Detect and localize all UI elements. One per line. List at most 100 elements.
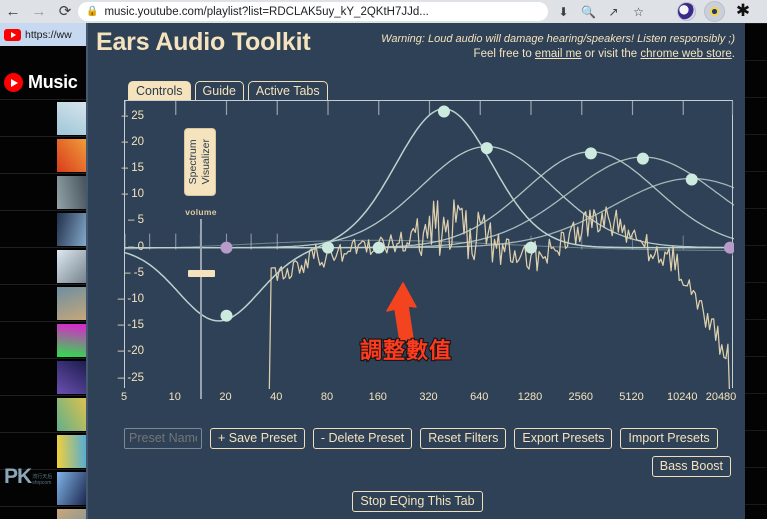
filter-curve-3: [125, 151, 734, 249]
zoom-out-icon[interactable]: 🔍: [577, 0, 600, 23]
address-bar[interactable]: 🔒 music.youtube.com/playlist?list=RDCLAK…: [78, 2, 548, 21]
email-me-link[interactable]: email me: [535, 48, 582, 60]
reset-filters-button[interactable]: Reset Filters: [420, 428, 507, 449]
list-item[interactable]: [745, 504, 767, 519]
chrome-web-store-link[interactable]: chrome web store: [640, 48, 731, 60]
peak-node-5[interactable]: [480, 142, 493, 155]
highshelf-node[interactable]: [724, 241, 734, 254]
address-bar-url: music.youtube.com/playlist?list=RDCLAK5u…: [104, 5, 429, 18]
contact-suffix: .: [731, 48, 735, 60]
list-item[interactable]: [0, 136, 93, 173]
list-item[interactable]: [745, 60, 767, 97]
list-item[interactable]: [745, 467, 767, 504]
import-presets-button[interactable]: Import Presets: [620, 428, 718, 449]
x-axis-tick-label: 20480: [705, 391, 737, 403]
list-item[interactable]: [0, 99, 93, 136]
page-title: Ears Audio Toolkit: [96, 28, 311, 56]
ears-extension-icon[interactable]: [704, 1, 725, 22]
x-axis-tick-label: 320: [419, 391, 438, 403]
ears-header: Ears Audio Toolkit Warning: Loud audio w…: [88, 23, 745, 81]
peak-node-9[interactable]: [685, 173, 698, 186]
x-axis-tick-label: 2560: [568, 391, 593, 403]
list-item[interactable]: [0, 284, 93, 321]
forward-arrow-icon[interactable]: →: [26, 0, 52, 23]
volume-slider-thumb[interactable]: [188, 270, 215, 277]
list-item[interactable]: [745, 23, 767, 60]
watermark-text: PK: [4, 465, 32, 488]
peak-node-2[interactable]: [322, 241, 334, 254]
extension-avatar-icon[interactable]: [677, 2, 696, 21]
puzzle-extension-icon[interactable]: ✱: [733, 1, 753, 21]
reload-icon[interactable]: ⟳: [52, 0, 78, 23]
list-item[interactable]: [745, 171, 767, 208]
tab-guide[interactable]: Guide: [194, 81, 244, 101]
peak-node-1[interactable]: [220, 309, 233, 322]
list-item[interactable]: [745, 97, 767, 134]
list-item[interactable]: [0, 506, 93, 519]
tab-active-tabs[interactable]: Active Tabs: [247, 81, 328, 101]
delete-preset-button[interactable]: - Delete Preset: [312, 428, 413, 449]
peak-node-6[interactable]: [525, 241, 537, 254]
list-item[interactable]: [0, 247, 93, 284]
list-item[interactable]: [745, 393, 767, 430]
list-item[interactable]: [745, 134, 767, 171]
list-item[interactable]: [0, 210, 93, 247]
peak-node-8[interactable]: [636, 152, 649, 165]
youtube-url-chip[interactable]: https://ww: [0, 23, 93, 46]
lock-icon: 🔒: [86, 6, 99, 17]
star-icon[interactable]: ☆: [627, 0, 650, 23]
contact-line: Feel free to email me or visit the chrom…: [325, 48, 735, 60]
list-item[interactable]: [0, 432, 93, 469]
back-arrow-icon[interactable]: ←: [0, 0, 26, 23]
save-preset-button[interactable]: + Save Preset: [210, 428, 305, 449]
list-item[interactable]: [745, 282, 767, 319]
list-item[interactable]: [0, 321, 93, 358]
preset-toolbar: + Save Preset - Delete Preset Reset Filt…: [124, 428, 718, 449]
x-axis: 5 10 20 40 80 160 320 640 1280 2560 5120 10240 20480: [120, 391, 739, 407]
export-presets-button[interactable]: Export Presets: [514, 428, 613, 449]
share-icon[interactable]: ↗: [602, 0, 625, 23]
watermark-subtext: 流行天后 shrpcom: [32, 474, 53, 486]
top-axis-ticks: [125, 101, 734, 115]
tab-controls[interactable]: Controls: [128, 81, 191, 101]
install-app-icon[interactable]: ⬇: [552, 0, 575, 23]
youtube-music-brand[interactable]: Music: [4, 72, 78, 93]
watermark: PK 流行天后 shrpcom: [4, 465, 52, 489]
youtube-music-logo-icon: [4, 73, 23, 92]
list-item[interactable]: [745, 319, 767, 356]
stop-eqing-this-tab-button[interactable]: Stop EQing This Tab: [352, 491, 483, 512]
list-item[interactable]: [0, 173, 93, 210]
list-item[interactable]: [0, 395, 93, 432]
bass-boost-row: Bass Boost: [651, 456, 731, 477]
filter-curve-4: [125, 156, 734, 249]
x-axis-tick-label: 20: [219, 391, 232, 403]
list-item[interactable]: [745, 430, 767, 467]
spectrum-visualizer-label: Spectrum Visualizer: [187, 139, 212, 185]
lowshelf-node[interactable]: [220, 241, 233, 254]
list-item[interactable]: [0, 358, 93, 395]
youtube-logo-icon: [4, 28, 21, 41]
list-item[interactable]: [745, 208, 767, 245]
playlist-track-list[interactable]: [0, 99, 93, 519]
x-axis-tick-label: 5: [120, 391, 128, 403]
tab-bar: Controls Guide Active Tabs: [128, 81, 328, 101]
volume-slider-track[interactable]: [200, 219, 202, 399]
x-axis-tick-label: 640: [470, 391, 489, 403]
peak-node-3[interactable]: [372, 241, 385, 254]
spectrum-visualizer-button[interactable]: Spectrum Visualizer: [184, 128, 216, 196]
x-axis-tick-label: 80: [320, 391, 334, 403]
x-axis-tick-label: 40: [270, 391, 283, 403]
youtube-music-brand-label: Music: [28, 72, 78, 92]
x-axis-tick-label: 10: [168, 391, 181, 403]
list-item[interactable]: [745, 245, 767, 282]
bass-boost-button[interactable]: Bass Boost: [651, 456, 731, 477]
browser-toolbar: ← → ⟳ 🔒 music.youtube.com/playlist?list=…: [0, 0, 767, 23]
peak-node-7[interactable]: [584, 147, 597, 160]
x-axis-tick-label: 160: [368, 391, 387, 403]
peak-node-4[interactable]: [437, 105, 450, 118]
annotation-text: 調整數值: [359, 338, 453, 365]
contact-prefix: Feel free to: [473, 48, 535, 60]
list-item[interactable]: [745, 356, 767, 393]
preset-name-input[interactable]: [124, 428, 202, 449]
contact-mid: or visit the: [581, 48, 641, 60]
